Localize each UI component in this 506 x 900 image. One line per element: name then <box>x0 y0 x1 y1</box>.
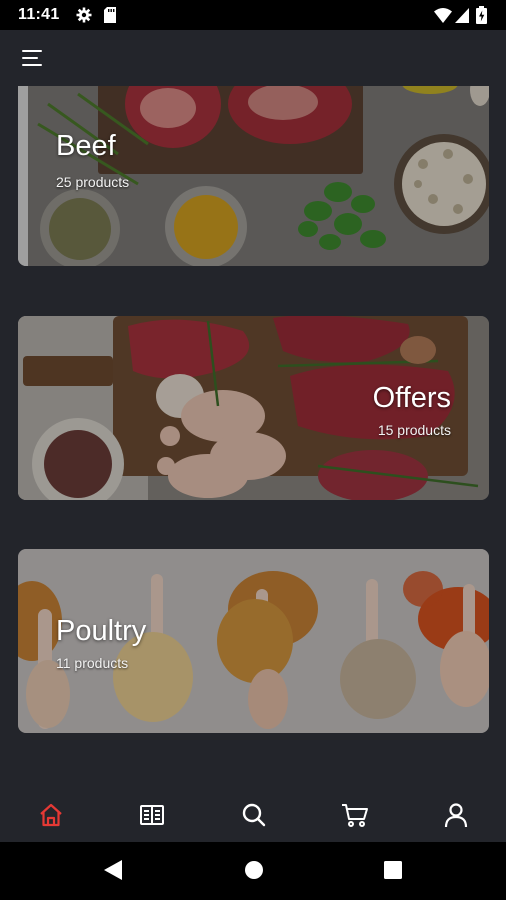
app-bar <box>0 30 506 86</box>
catalog-book-icon <box>140 805 164 825</box>
cart-icon <box>342 804 368 827</box>
wifi-icon <box>434 8 452 23</box>
search-icon <box>242 803 266 827</box>
nav-home[interactable] <box>31 798 71 832</box>
signal-icon <box>455 8 469 23</box>
nav-catalog[interactable] <box>132 798 172 832</box>
back-icon[interactable] <box>104 860 122 880</box>
category-count: 11 products <box>56 655 129 671</box>
recents-square-icon[interactable] <box>384 861 402 879</box>
nav-search[interactable] <box>234 798 274 832</box>
category-card-offers[interactable]: Offers 15 products <box>18 316 489 500</box>
category-count: 15 products <box>377 422 451 438</box>
category-title: Offers <box>372 382 451 414</box>
home-circle-icon[interactable] <box>244 860 264 880</box>
category-title: Poultry <box>56 615 147 647</box>
category-count: 25 products <box>56 174 130 190</box>
category-title: Beef <box>56 130 116 162</box>
system-navigation-bar <box>0 842 506 900</box>
gear-icon <box>76 7 92 23</box>
hamburger-menu-icon[interactable] <box>20 46 46 70</box>
category-list: Beef 25 products Offers 15 products Poul… <box>0 86 506 790</box>
sd-card-icon <box>104 7 116 23</box>
status-time: 11:41 <box>18 6 60 23</box>
profile-icon <box>444 803 468 828</box>
home-icon <box>40 803 62 827</box>
bottom-navigation <box>0 790 506 842</box>
battery-icon <box>476 6 487 24</box>
nav-profile[interactable] <box>436 798 476 832</box>
category-card-beef[interactable]: Beef 25 products <box>18 86 489 266</box>
nav-cart[interactable] <box>335 798 375 832</box>
status-bar: 11:41 <box>0 0 506 30</box>
category-card-poultry[interactable]: Poultry 11 products <box>18 549 489 733</box>
